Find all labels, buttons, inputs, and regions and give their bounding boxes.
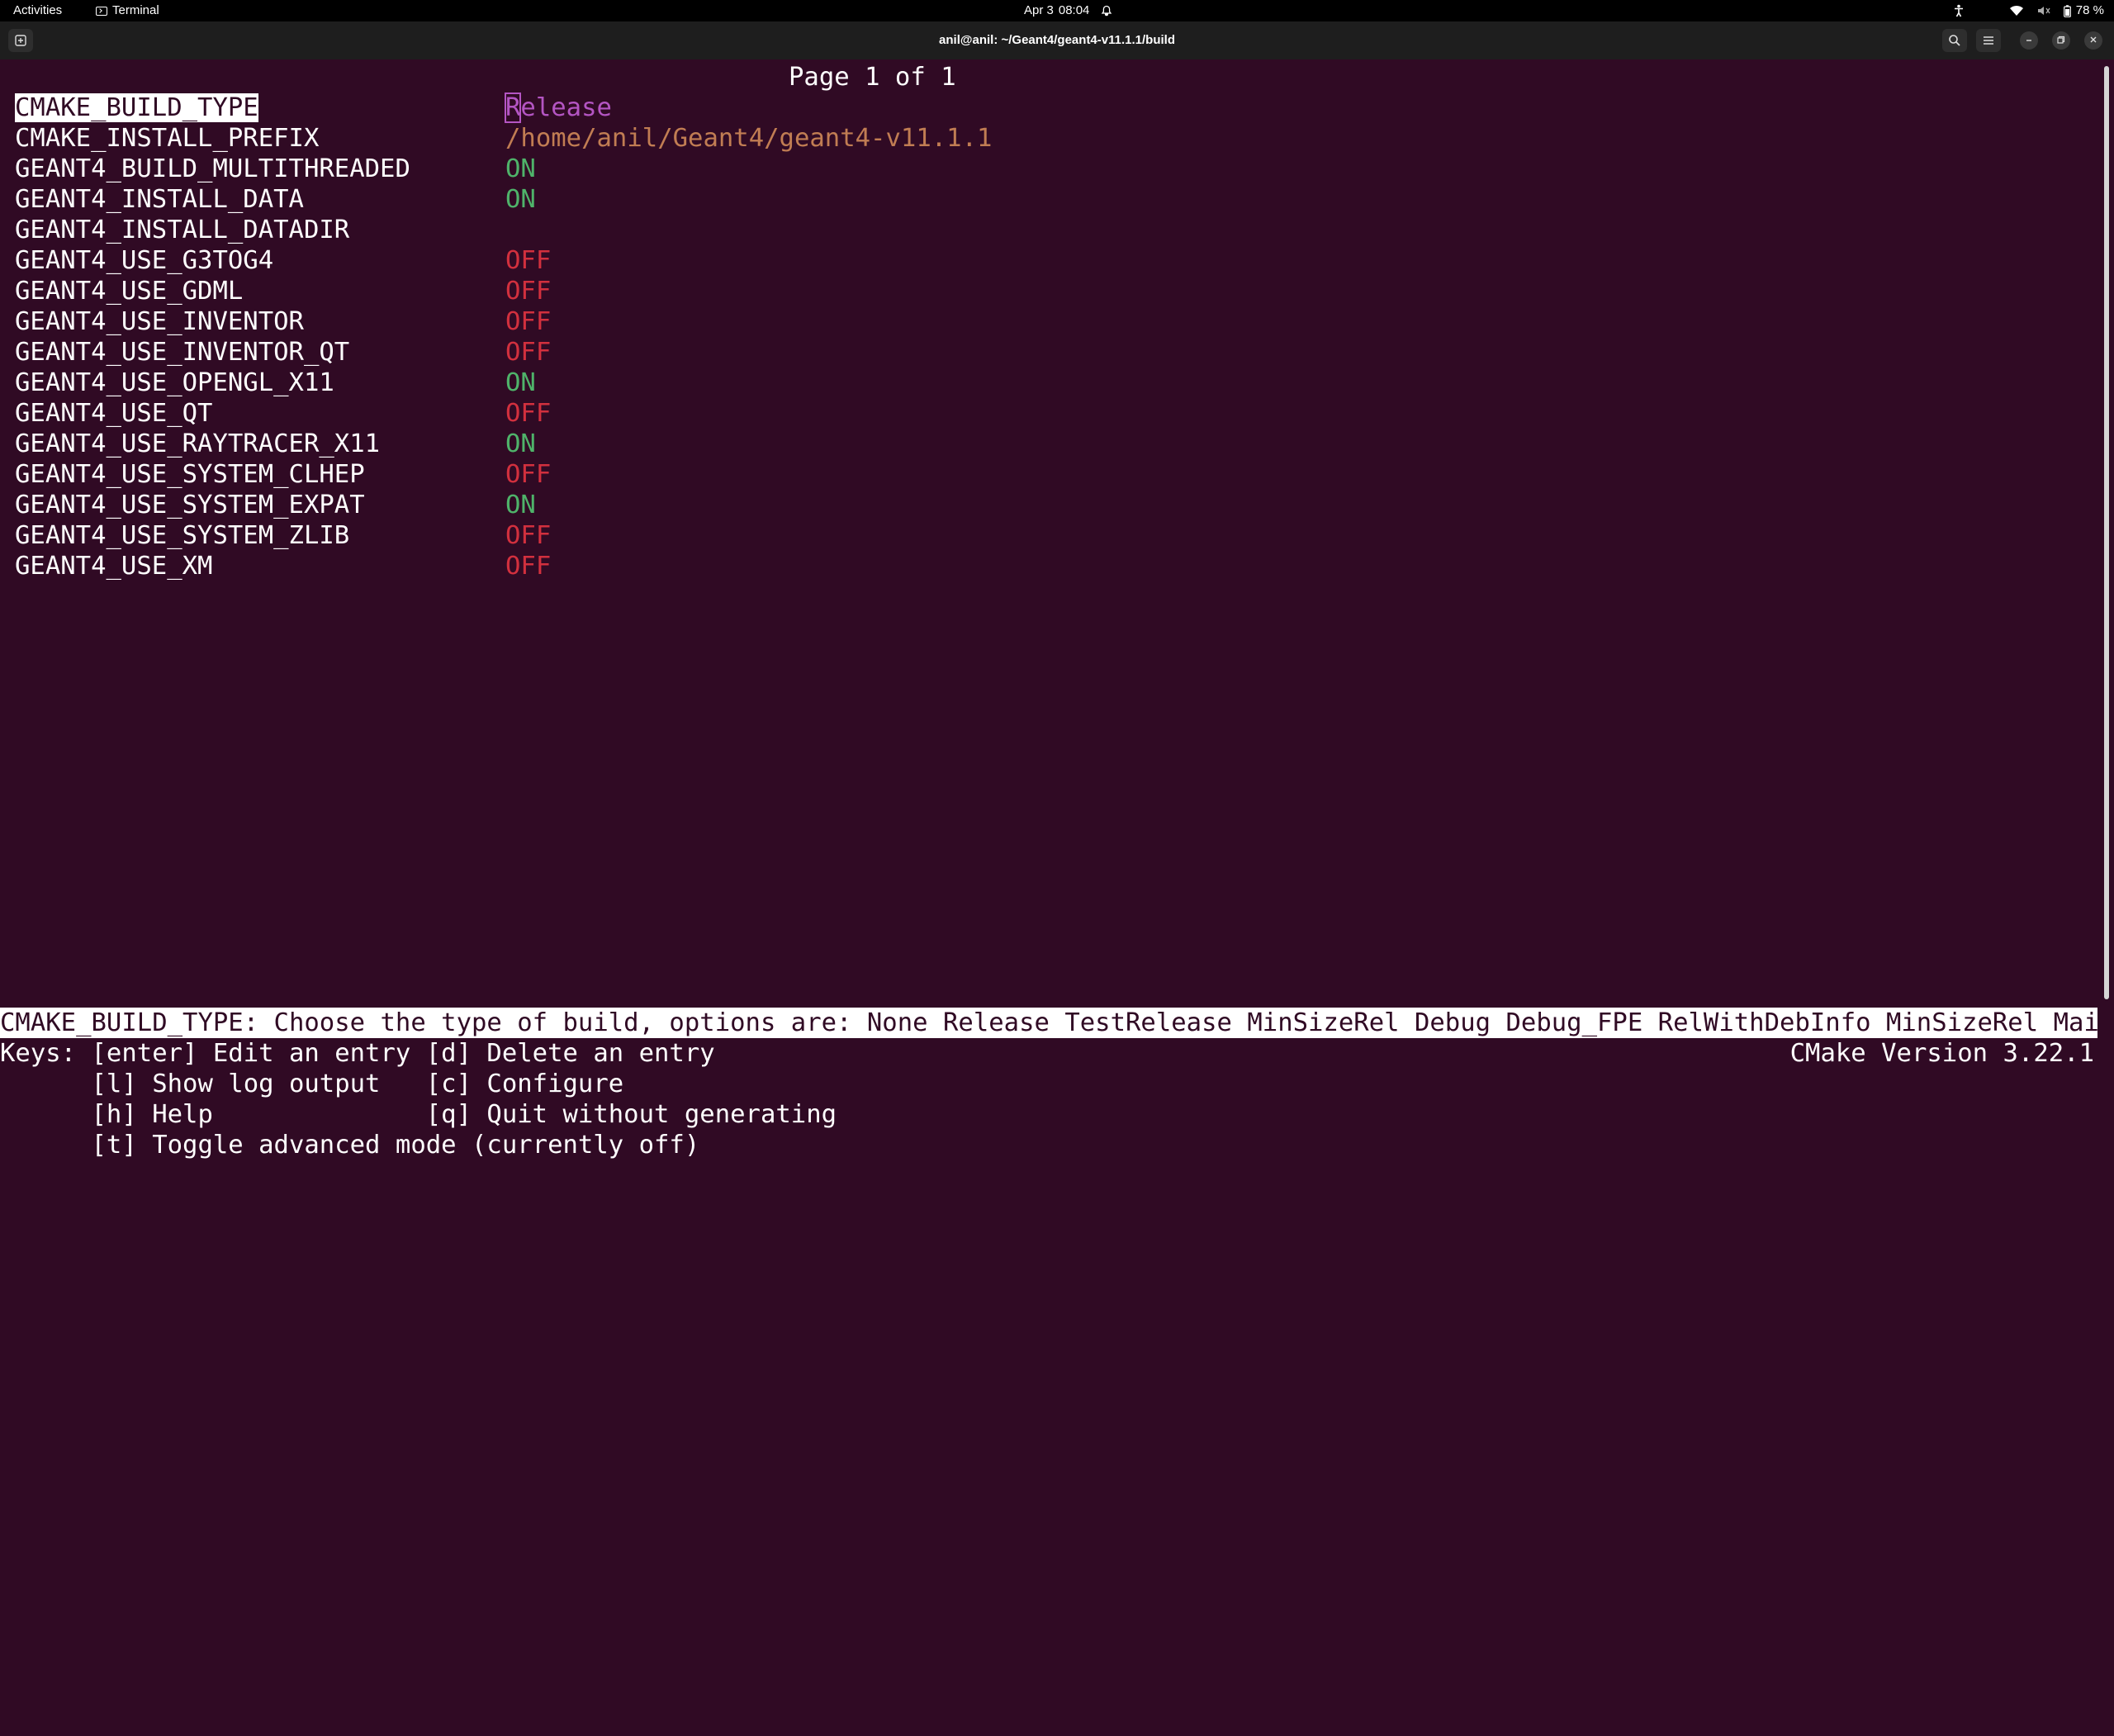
terminal-icon — [96, 6, 107, 16]
entry-value[interactable]: ON — [505, 368, 536, 398]
close-button[interactable] — [2084, 31, 2102, 50]
entry-value[interactable]: OFF — [505, 306, 551, 337]
battery-percent: 78 % — [2075, 3, 2104, 17]
entry-value-text: elease — [520, 93, 612, 122]
scrollbar[interactable] — [2104, 66, 2109, 999]
activities-button[interactable]: Activities — [13, 0, 62, 21]
entry-key[interactable]: GEANT4_INSTALL_DATA — [15, 184, 304, 215]
page-indicator: Page 1 of 1 — [789, 63, 956, 92]
text-cursor: R — [504, 92, 522, 123]
close-icon — [2090, 36, 2097, 43]
battery-icon — [2063, 4, 2071, 17]
maximize-button[interactable] — [2052, 31, 2070, 50]
entry-key[interactable]: GEANT4_INSTALL_DATADIR — [15, 215, 349, 245]
entry-key[interactable]: GEANT4_USE_QT — [15, 398, 212, 429]
entry-key[interactable]: GEANT4_USE_SYSTEM_CLHEP — [15, 459, 365, 490]
keys-help-line: Keys: [enter] Edit an entry [d] Delete a… — [0, 1039, 715, 1068]
entry-value[interactable]: ON — [505, 490, 536, 520]
minimize-button[interactable] — [2020, 31, 2038, 50]
time-label: 08:04 — [1058, 3, 1090, 17]
system-top-bar: Activities Terminal Apr 3 08:04 78 % — [0, 0, 2114, 21]
entry-key[interactable]: GEANT4_USE_SYSTEM_EXPAT — [15, 490, 365, 520]
keys-help-line: [t] Toggle advanced mode (currently off) — [0, 1131, 700, 1160]
search-icon — [1949, 35, 1960, 46]
clock-button[interactable]: Apr 3 08:04 — [1024, 0, 1112, 21]
volume-muted-icon — [2037, 7, 2050, 15]
minimize-icon — [2026, 40, 2031, 41]
entry-value[interactable]: OFF — [505, 337, 551, 368]
entry-key[interactable]: GEANT4_USE_OPENGL_X11 — [15, 368, 334, 398]
notification-bell-icon — [1102, 5, 1112, 17]
keys-help-line: [h] Help [q] Quit without generating — [0, 1100, 837, 1129]
entry-value[interactable]: ON — [505, 154, 536, 184]
entry-key[interactable]: GEANT4_USE_RAYTRACER_X11 — [15, 429, 380, 459]
window-title: anil@anil: ~/Geant4/geant4-v11.1.1/build — [939, 33, 1175, 47]
date-label: Apr 3 — [1024, 3, 1054, 17]
entry-key[interactable]: GEANT4_USE_GDML — [15, 276, 243, 306]
keys-help-line: [l] Show log output [c] Configure — [0, 1070, 624, 1098]
accessibility-icon — [1954, 4, 1963, 17]
app-menu-terminal[interactable]: Terminal — [96, 0, 159, 21]
system-tray[interactable]: 78 % — [1953, 0, 2104, 21]
entry-key[interactable]: CMAKE_INSTALL_PREFIX — [15, 123, 319, 154]
entry-key[interactable]: GEANT4_USE_SYSTEM_ZLIB — [15, 520, 349, 551]
hamburger-menu-icon — [1984, 36, 1993, 45]
entry-value[interactable]: OFF — [505, 551, 551, 581]
entry-key[interactable]: GEANT4_USE_G3TOG4 — [15, 245, 273, 276]
entry-key[interactable]: GEANT4_BUILD_MULTITHREADED — [15, 154, 410, 184]
entry-value[interactable]: /home/anil/Geant4/geant4-v11.1.1 — [505, 123, 992, 154]
search-button[interactable] — [1942, 29, 1967, 52]
help-status-line: CMAKE_BUILD_TYPE: Choose the type of bui… — [0, 1008, 2097, 1038]
entry-value[interactable]: ON — [505, 184, 536, 215]
entry-key-selected[interactable]: CMAKE_BUILD_TYPE — [15, 93, 258, 122]
entry-key[interactable]: GEANT4_USE_INVENTOR_QT — [15, 337, 349, 368]
cmake-version: CMake Version 3.22.1 — [1789, 1039, 2094, 1068]
entry-value[interactable]: OFF — [505, 245, 551, 276]
entry-value[interactable]: OFF — [505, 276, 551, 306]
restore-icon — [2057, 36, 2065, 44]
entry-value[interactable]: OFF — [505, 520, 551, 551]
entry-key[interactable]: GEANT4_USE_INVENTOR — [15, 306, 304, 337]
entry-value[interactable]: Release — [504, 92, 612, 123]
entry-value[interactable]: OFF — [505, 459, 551, 490]
app-name: Terminal — [112, 3, 159, 17]
entry-value[interactable]: ON — [505, 429, 536, 459]
terminal-view[interactable]: Page 1 of 1 CMAKE_BUILD_TYPE Release CMA… — [0, 59, 2114, 1189]
entry-key[interactable]: GEANT4_USE_XM — [15, 551, 212, 581]
entry-value[interactable]: OFF — [505, 398, 551, 429]
wifi-icon — [2009, 5, 2023, 16]
window-titlebar[interactable]: anil@anil: ~/Geant4/geant4-v11.1.1/build — [0, 21, 2114, 59]
menu-button[interactable] — [1976, 29, 2001, 52]
